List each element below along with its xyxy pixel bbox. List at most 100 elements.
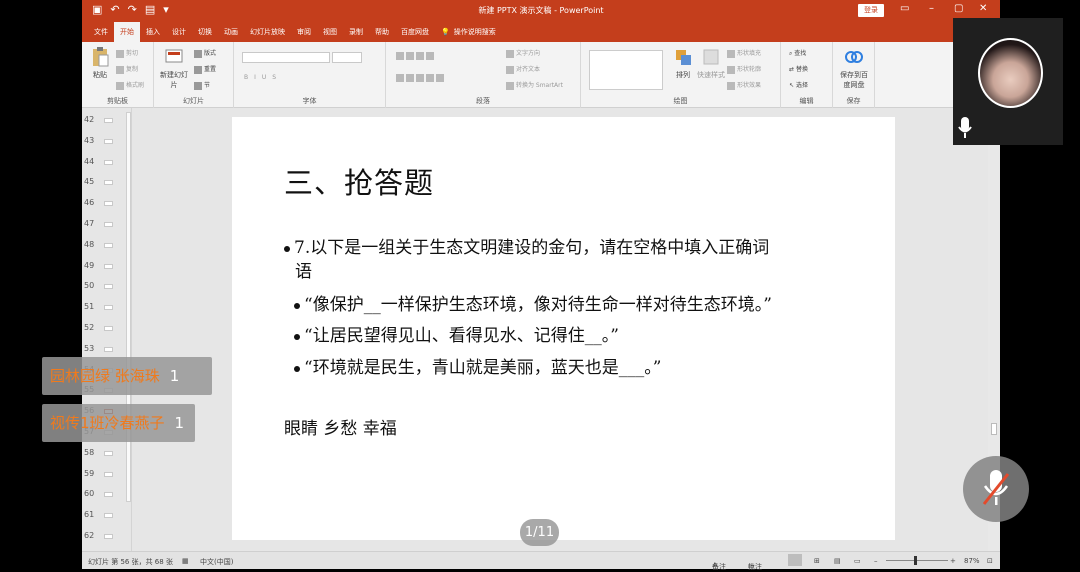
slide-thumbnail-row[interactable]: 45	[82, 172, 132, 193]
slide-thumbnail-row[interactable]: 61	[82, 505, 132, 526]
slide-thumbnail-row[interactable]: 51	[82, 297, 132, 318]
text-direction-button[interactable]: 文字方向	[506, 48, 540, 58]
copy-button[interactable]: 复制	[116, 64, 138, 74]
slide-thumbnail-row[interactable]: 62	[82, 526, 132, 547]
zoom-slider[interactable]	[886, 560, 948, 561]
zoom-slider-handle[interactable]	[914, 556, 917, 565]
arrange-button[interactable]: 排列	[669, 46, 697, 80]
slideshow-view-icon[interactable]: ▭	[854, 557, 861, 565]
microphone-icon[interactable]	[957, 116, 973, 140]
scroll-thumb[interactable]	[991, 423, 997, 435]
tab-baidu-netdisk[interactable]: 百度网盘	[395, 22, 435, 42]
zoom-level[interactable]: 87%	[964, 557, 980, 565]
fit-slide-icon[interactable]: ⊡	[987, 557, 993, 565]
language-indicator[interactable]: 中文(中国)	[200, 557, 233, 567]
font-format-buttons[interactable]: BIUS	[244, 74, 282, 81]
smartart-button[interactable]: 转换为 SmartArt	[506, 80, 563, 90]
ribbon-display-icon[interactable]: ▭	[900, 3, 909, 14]
cut-button[interactable]: 剪切	[116, 48, 138, 58]
shape-outline-button[interactable]: 形状轮廓	[727, 64, 761, 74]
tab-view[interactable]: 视图	[317, 22, 343, 42]
minimize-icon[interactable]: –	[929, 3, 934, 14]
tab-slideshow[interactable]: 幻灯片放映	[244, 22, 291, 42]
slide-number: 50	[84, 281, 95, 291]
tab-home[interactable]: 开始	[114, 22, 140, 42]
alignment-buttons[interactable]	[396, 74, 446, 82]
spellcheck-icon[interactable]: ▦	[182, 557, 189, 565]
maximize-icon[interactable]: ▢	[954, 3, 963, 14]
reading-view-icon[interactable]: ▤	[834, 557, 841, 565]
slide-thumbnail[interactable]	[104, 305, 113, 311]
tab-transitions[interactable]: 切换	[192, 22, 218, 42]
slide-thumbnail[interactable]	[104, 242, 113, 248]
slide-thumbnail[interactable]	[104, 326, 113, 331]
section-button[interactable]: 节	[194, 80, 210, 90]
tell-me-search[interactable]: 💡 操作说明搜索	[435, 22, 502, 42]
slide-sorter-icon[interactable]: ⊞	[814, 557, 820, 565]
slide-thumbnail[interactable]	[104, 471, 113, 477]
font-name-combo[interactable]	[242, 52, 330, 63]
status-bar: 幻灯片 第 56 张，共 68 张 ▦ 中文(中国) ≙ 备注 ▭ 批注 ⊞ ▤…	[82, 551, 1000, 571]
slide-thumbnail-row[interactable]: 49	[82, 256, 132, 277]
slide-thumbnail-row[interactable]: 59	[82, 464, 132, 485]
slide-thumbnail-row[interactable]: 58	[82, 443, 132, 464]
find-button[interactable]: ⌕ 查找	[789, 48, 806, 58]
tab-insert[interactable]: 插入	[140, 22, 166, 42]
normal-view-icon[interactable]	[788, 554, 802, 566]
select-button[interactable]: ↖ 选择	[789, 80, 808, 89]
slide-thumbnail[interactable]	[104, 284, 113, 290]
layout-button[interactable]: 版式	[194, 48, 216, 58]
zoom-out-icon[interactable]: –	[874, 557, 878, 565]
slide-thumbnail[interactable]	[104, 263, 113, 269]
login-button[interactable]: 登录	[858, 4, 884, 17]
list-buttons[interactable]	[396, 52, 436, 60]
tab-design[interactable]: 设计	[166, 22, 192, 42]
slide-thumbnail[interactable]	[104, 450, 113, 456]
slide-thumbnail[interactable]	[104, 201, 113, 207]
shapes-gallery[interactable]	[589, 50, 663, 90]
slide-thumbnail[interactable]	[104, 346, 113, 352]
tab-record[interactable]: 录制	[343, 22, 369, 42]
shape-effects-button[interactable]: 形状效果	[727, 80, 761, 90]
slide-thumbnail[interactable]	[104, 159, 113, 165]
slide-thumbnail-row[interactable]: 60	[82, 484, 132, 505]
font-size-combo[interactable]	[332, 52, 362, 63]
save-baidu-button[interactable]: 保存到百度网盘	[839, 46, 869, 90]
format-painter-button[interactable]: 格式刷	[116, 80, 144, 90]
slide-thumbnail-row[interactable]: 44	[82, 152, 132, 173]
new-slide-button[interactable]: 新建幻灯片	[160, 46, 188, 90]
new-slide-icon	[165, 49, 183, 63]
slide-thumbnail-pane: 4243444546474849505152535455565758596061…	[82, 108, 132, 561]
mute-button[interactable]	[963, 456, 1029, 522]
slide-thumbnail[interactable]	[104, 138, 113, 144]
slide-thumbnail[interactable]	[104, 180, 113, 186]
slide-thumbnail[interactable]	[104, 492, 113, 498]
title-bar: ▣ ↶ ↷ ▤ ▾ 新建 PPTX 演示文稿 - PowerPoint 登录 ▭…	[82, 0, 1000, 22]
reset-button[interactable]: 重置	[194, 64, 216, 74]
slide-thumbnail-row[interactable]: 43	[82, 131, 132, 152]
slide-thumbnail-row[interactable]: 52	[82, 318, 132, 339]
align-text-button[interactable]: 对齐文本	[506, 64, 540, 74]
close-icon[interactable]: ✕	[979, 3, 987, 14]
slide-thumbnail[interactable]	[104, 534, 113, 539]
quick-styles-button[interactable]: 快速样式	[697, 46, 725, 80]
slide-thumbnail-row[interactable]: 50	[82, 276, 132, 297]
tab-review[interactable]: 审阅	[291, 22, 317, 42]
slide-thumbnail-row[interactable]: 48	[82, 235, 132, 256]
shape-fill-button[interactable]: 形状填充	[727, 48, 761, 58]
slide-thumbnail-row[interactable]: 42	[82, 110, 132, 131]
tab-help[interactable]: 帮助	[369, 22, 395, 42]
paste-button[interactable]: 粘贴	[86, 46, 114, 80]
muted-microphone-icon	[982, 470, 1010, 505]
slide-thumbnail[interactable]	[104, 222, 113, 227]
tab-animations[interactable]: 动画	[218, 22, 244, 42]
zoom-in-icon[interactable]: +	[950, 557, 956, 565]
slide-number: 60	[84, 489, 95, 499]
slide-thumbnail[interactable]	[104, 513, 113, 519]
slide-thumbnail[interactable]	[104, 118, 113, 123]
slide-thumbnail-row[interactable]: 47	[82, 214, 132, 235]
replace-button[interactable]: ⇄ 替换	[789, 64, 808, 73]
slide-thumbnail-row[interactable]: 46	[82, 193, 132, 214]
slide-canvas[interactable]: 三、抢答题 7.以下是一组关于生态文明建设的金句，请在空格中填入正确词 语 “像…	[232, 117, 895, 540]
tab-file[interactable]: 文件	[88, 22, 114, 42]
